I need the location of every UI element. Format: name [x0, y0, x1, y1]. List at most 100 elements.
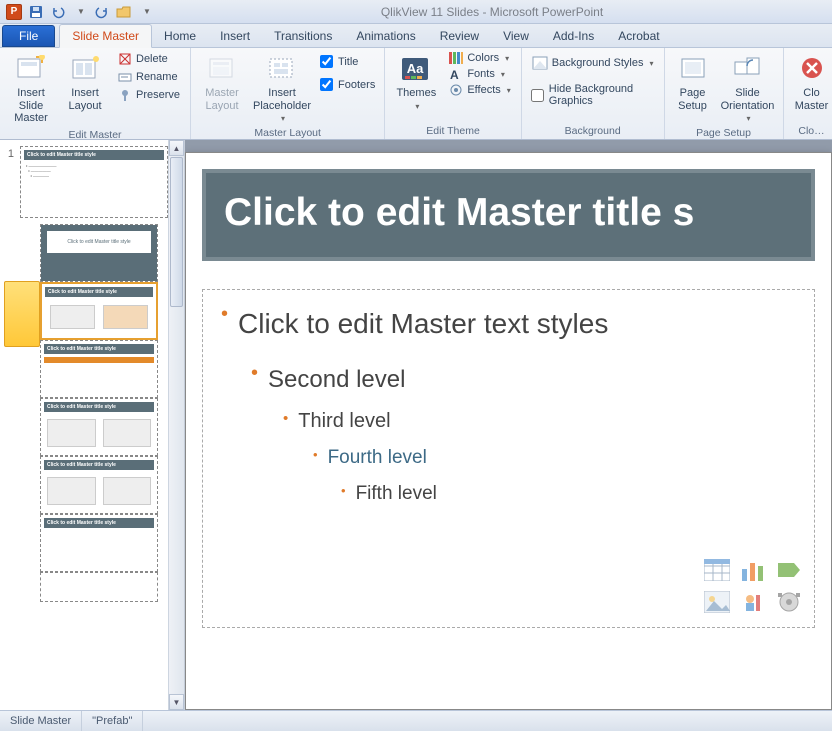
background-styles-button[interactable]: Background Styles▾	[528, 55, 658, 71]
title-checkbox[interactable]: Title	[317, 53, 378, 70]
thumb-layout-7[interactable]	[40, 572, 158, 602]
scroll-down-icon[interactable]: ▼	[169, 694, 184, 710]
group-title-edit-theme: Edit Theme	[391, 123, 514, 139]
master-layout-button: Master Layout	[197, 51, 247, 114]
thumb-scrollbar[interactable]: ▲ ▼	[168, 140, 184, 710]
insert-smartart-icon[interactable]	[774, 557, 804, 583]
qat-customize-icon[interactable]: ▼	[136, 3, 156, 21]
tab-file[interactable]: File	[2, 25, 55, 47]
scroll-thumb[interactable]	[170, 157, 183, 307]
thumbnail-pane: 1 Click to edit Master title style • ———…	[0, 140, 185, 710]
fonts-icon: A	[449, 68, 463, 80]
workspace: 1 Click to edit Master title style • ———…	[0, 140, 832, 710]
window-title: QlikView 11 Slides - Microsoft PowerPoin…	[156, 5, 828, 19]
insert-picture-icon[interactable]	[702, 589, 732, 615]
body-l3: Third level	[298, 407, 390, 436]
insert-media-icon[interactable]	[774, 589, 804, 615]
insert-layout-button[interactable]: Insert Layout	[60, 51, 110, 114]
slide-master-icon	[15, 53, 47, 85]
effects-button[interactable]: Effects▾	[445, 83, 514, 97]
insert-clipart-icon[interactable]	[738, 589, 768, 615]
rename-button[interactable]: Rename	[114, 69, 184, 85]
insert-chart-icon[interactable]	[738, 557, 768, 583]
open-icon[interactable]	[114, 3, 134, 21]
placeholder-icon	[266, 53, 298, 85]
content-placeholder-picker	[702, 557, 804, 615]
insert-slide-master-label: Insert Slide Master	[8, 87, 54, 125]
bullet-icon: •	[283, 411, 288, 426]
close-master-button[interactable]: Clo Master	[790, 51, 832, 114]
bgstyles-icon	[532, 56, 548, 70]
body-l5: Fifth level	[356, 480, 437, 508]
thumbnail-list[interactable]: 1 Click to edit Master title style • ———…	[0, 140, 168, 710]
slide-orientation-button[interactable]: Slide Orientation▾	[719, 51, 777, 125]
insert-table-icon[interactable]	[702, 557, 732, 583]
status-layout-name[interactable]: "Prefab"	[82, 711, 143, 731]
themes-icon: Aa	[400, 53, 432, 85]
thumb-layout-3[interactable]: Click to edit Master title style	[40, 340, 158, 398]
save-icon[interactable]	[26, 3, 46, 21]
tab-insert[interactable]: Insert	[208, 25, 262, 47]
preserve-button[interactable]: Preserve	[114, 87, 184, 103]
hide-bg-checkbox[interactable]: Hide Background Graphics	[528, 81, 658, 109]
master-layout-icon	[206, 53, 238, 85]
status-view-mode[interactable]: Slide Master	[0, 711, 82, 731]
master-title-text: Click to edit Master title s	[224, 191, 793, 235]
quick-access-toolbar: P ▼ ▼	[4, 3, 156, 21]
bullet-icon: •	[341, 484, 346, 497]
group-close: Clo Master Clo…	[784, 48, 832, 139]
tab-slide-master[interactable]: Slide Master	[59, 24, 152, 48]
themes-button[interactable]: Aa Themes▾	[391, 51, 441, 113]
slide-canvas[interactable]: Click to edit Master title s •Click to e…	[185, 152, 832, 710]
insert-layout-label: Insert Layout	[62, 87, 108, 112]
redo-icon[interactable]	[92, 3, 112, 21]
svg-text:Aa: Aa	[407, 61, 424, 76]
tab-home[interactable]: Home	[152, 25, 208, 47]
bullet-icon: •	[221, 304, 228, 324]
status-bar: Slide Master "Prefab"	[0, 710, 832, 731]
page-setup-icon	[677, 53, 709, 85]
fonts-button[interactable]: AFonts▾	[445, 67, 514, 81]
tab-acrobat[interactable]: Acrobat	[606, 25, 671, 47]
orientation-icon	[732, 53, 764, 85]
ribbon: Insert Slide Master Insert Layout Delete…	[0, 48, 832, 140]
scroll-up-icon[interactable]: ▲	[169, 140, 184, 156]
app-badge[interactable]: P	[4, 3, 24, 21]
thumb-layout-6[interactable]: Click to edit Master title style	[40, 514, 158, 572]
footers-checkbox[interactable]: Footers	[317, 76, 378, 93]
colors-button[interactable]: Colors▾	[445, 51, 514, 65]
group-edit-master: Insert Slide Master Insert Layout Delete…	[0, 48, 191, 139]
thumb-layout-1[interactable]: Click to edit Master title style	[40, 224, 158, 282]
delete-icon	[118, 52, 132, 66]
preserve-icon	[118, 88, 132, 102]
tab-transitions[interactable]: Transitions	[262, 25, 344, 47]
page-setup-button[interactable]: Page Setup	[671, 51, 715, 114]
master-title-placeholder[interactable]: Click to edit Master title s	[202, 169, 815, 261]
group-title-background: Background	[528, 123, 658, 139]
slide-editor[interactable]: Click to edit Master title s •Click to e…	[185, 140, 832, 710]
thumb-layout-4[interactable]: Click to edit Master title style	[40, 398, 158, 456]
thumb-master[interactable]: Click to edit Master title style • —————…	[20, 146, 168, 218]
group-master-layout: Master Layout Insert Placeholder▾ Title …	[191, 48, 385, 139]
undo-dropdown-icon[interactable]: ▼	[70, 3, 90, 21]
thumb-number: 1	[4, 146, 14, 160]
group-background: Background Styles▾ Hide Background Graph…	[522, 48, 665, 139]
master-body-placeholder[interactable]: •Click to edit Master text styles •Secon…	[202, 289, 815, 628]
effects-icon	[449, 84, 463, 96]
group-title-close: Clo…	[790, 123, 832, 139]
thumb-layout-2-selected[interactable]: Click to edit Master title style	[40, 282, 158, 340]
bullet-icon: •	[251, 363, 258, 383]
colors-icon	[449, 52, 463, 64]
delete-button[interactable]: Delete	[114, 51, 184, 67]
thumb-layout-5[interactable]: Click to edit Master title style	[40, 456, 158, 514]
group-page-setup: Page Setup Slide Orientation▾ Page Setup	[665, 48, 784, 139]
undo-icon[interactable]	[48, 3, 68, 21]
tab-addins[interactable]: Add-Ins	[541, 25, 606, 47]
insert-placeholder-button[interactable]: Insert Placeholder▾	[251, 51, 313, 125]
insert-slide-master-button[interactable]: Insert Slide Master	[6, 51, 56, 127]
tab-review[interactable]: Review	[428, 25, 491, 47]
title-bar: P ▼ ▼ QlikView 11 Slides - Microsoft Pow…	[0, 0, 832, 24]
bullet-icon: •	[313, 448, 318, 461]
tab-animations[interactable]: Animations	[344, 25, 427, 47]
tab-view[interactable]: View	[491, 25, 541, 47]
